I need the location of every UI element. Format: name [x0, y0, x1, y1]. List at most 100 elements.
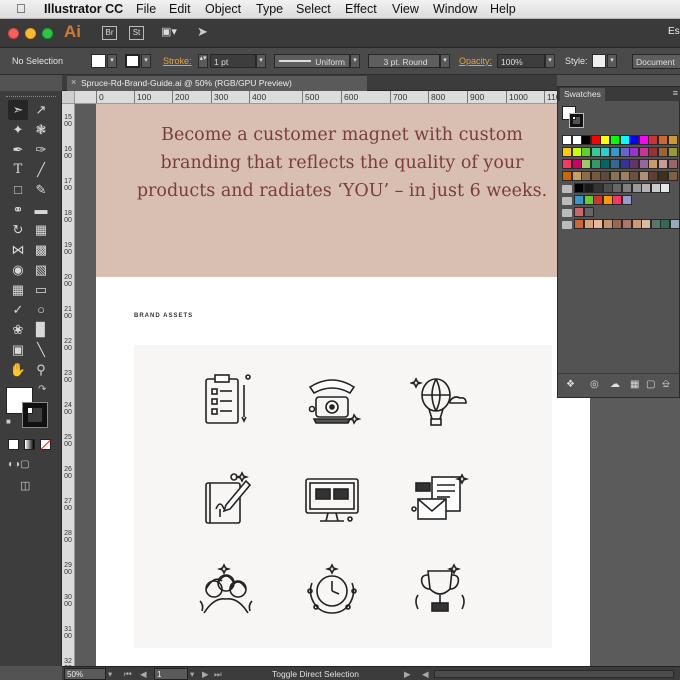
swatch-chip[interactable] [648, 159, 659, 169]
blend-tool-icon[interactable]: ○ [31, 300, 51, 320]
ruler-origin[interactable] [62, 91, 75, 103]
menu-type[interactable]: Type [256, 2, 283, 16]
swatch-chip[interactable] [562, 147, 572, 157]
swatch-chip[interactable] [641, 219, 652, 229]
swatches-tab[interactable]: Swatches [560, 88, 605, 101]
clipboard-checklist-icon[interactable] [196, 371, 256, 431]
swatch-chip[interactable] [583, 219, 594, 229]
swatch-chip[interactable] [667, 159, 678, 169]
selection-tool-icon[interactable]: ➣ [8, 100, 28, 120]
swatch-chip[interactable] [571, 159, 582, 169]
menu-view[interactable]: View [392, 2, 419, 16]
stock-button[interactable]: St [129, 26, 144, 40]
swatch-chip[interactable] [658, 147, 668, 157]
profile-dropdown-icon[interactable]: ▾ [350, 54, 360, 68]
swatch-chip[interactable] [610, 135, 620, 145]
lasso-tool-icon[interactable]: ❃ [31, 120, 51, 140]
drawing-modes-icon[interactable]: ◐◑▢ [8, 459, 30, 470]
swatch-chip[interactable] [583, 183, 594, 193]
notebook-pencil-icon[interactable] [196, 469, 256, 529]
eraser-tool-icon[interactable]: ▬ [31, 200, 51, 220]
swatch-chip[interactable] [602, 183, 613, 193]
swatch-chip[interactable] [631, 183, 642, 193]
swatch-chip[interactable] [581, 135, 592, 145]
swap-fill-stroke-icon[interactable]: ↷ [38, 384, 46, 395]
type-tool-icon[interactable]: T [8, 160, 28, 180]
trophy-cup-icon[interactable] [410, 561, 470, 621]
artboard-number[interactable]: 1 [154, 668, 188, 680]
swatch-chip[interactable] [650, 219, 661, 229]
minimize-window-button[interactable] [25, 28, 36, 39]
swatch-chip[interactable] [581, 147, 592, 157]
color-mode-icon[interactable] [8, 439, 19, 450]
swatch-chip[interactable] [658, 171, 668, 181]
fill-swatch[interactable] [91, 54, 106, 68]
menu-edit[interactable]: Edit [169, 2, 191, 16]
line-segment-tool-icon[interactable]: ╱ [31, 160, 51, 180]
swatch-chip[interactable] [629, 159, 640, 169]
bridge-button[interactable]: Br [102, 26, 117, 40]
artboard-tool-icon[interactable]: ▣ [8, 340, 28, 360]
swatch-chip[interactable] [612, 195, 623, 205]
none-mode-icon[interactable] [40, 439, 51, 451]
scroll-left-icon[interactable]: ◀ [422, 669, 429, 680]
zoom-level[interactable]: 50% [64, 668, 106, 680]
width-tool-icon[interactable]: ⋈ [8, 240, 28, 260]
menu-select[interactable]: Select [296, 2, 331, 16]
swatch-chip[interactable] [650, 183, 661, 193]
add-to-library-icon[interactable]: ◎ [590, 379, 599, 390]
new-swatch-icon[interactable]: ▢ [646, 379, 655, 390]
color-group-folder-icon[interactable] [562, 197, 572, 205]
menu-help[interactable]: Help [490, 2, 516, 16]
stroke-weight-dropdown-icon[interactable]: ▾ [256, 54, 266, 68]
menu-effect[interactable]: Effect [345, 2, 377, 16]
swatch-chip[interactable] [562, 159, 572, 169]
column-graph-tool-icon[interactable]: ▉ [31, 320, 51, 340]
swatch-chip[interactable] [638, 159, 649, 169]
next-artboard-icon[interactable]: ▶ [202, 669, 209, 680]
horizontal-ruler[interactable]: 0 100 200 300 400 500 600 700 800 900 10… [62, 91, 557, 104]
graphic-style-swatch[interactable] [592, 54, 606, 68]
shaper-tool-icon[interactable]: ⚭ [8, 200, 28, 220]
symbol-sprayer-tool-icon[interactable]: ❀ [8, 320, 28, 340]
last-artboard-icon[interactable]: ⏭ [214, 669, 222, 680]
swatch-chip[interactable] [631, 219, 642, 229]
perspective-grid-tool-icon[interactable]: ▧ [31, 260, 51, 280]
close-window-button[interactable] [8, 28, 19, 39]
swatch-chip[interactable] [574, 207, 584, 217]
hero-headline[interactable]: Become a customer magnet with custom bra… [136, 121, 548, 205]
swatch-chip[interactable] [629, 147, 640, 157]
paintbrush-tool-icon[interactable]: ✎ [31, 180, 51, 200]
gradient-tool-icon[interactable]: ▭ [31, 280, 51, 300]
show-swatch-kinds-icon[interactable]: ☁ [610, 379, 620, 390]
opacity-label[interactable]: Opacity: [459, 56, 492, 66]
horizontal-scrollbar[interactable] [434, 670, 674, 678]
color-group-folder-icon[interactable] [562, 209, 572, 217]
brand-assets-label[interactable]: BRAND ASSETS [134, 313, 193, 319]
swatch-chip[interactable] [590, 147, 601, 157]
menu-object[interactable]: Object [205, 2, 241, 16]
zoom-window-button[interactable] [42, 28, 53, 39]
color-group-folder-icon[interactable] [562, 221, 572, 229]
direct-selection-tool-icon[interactable]: ↗ [31, 100, 51, 120]
swatch-chip[interactable] [562, 171, 572, 181]
stroke-color-box[interactable] [22, 402, 48, 428]
panel-menu-icon[interactable]: ≡ [673, 88, 678, 98]
swatch-chip[interactable] [581, 159, 592, 169]
new-color-group-icon[interactable]: ▦ [630, 379, 639, 390]
fill-dropdown-icon[interactable]: ▾ [107, 54, 117, 68]
opacity-dropdown-icon[interactable]: ▾ [545, 54, 555, 68]
swatch-chip[interactable] [600, 135, 611, 145]
slice-tool-icon[interactable]: ╲ [31, 340, 51, 360]
swatch-chip[interactable] [667, 147, 678, 157]
menu-window[interactable]: Window [433, 2, 477, 16]
swatch-chip[interactable] [574, 219, 584, 229]
swatch-chip[interactable] [571, 147, 582, 157]
brush-dropdown-icon[interactable]: ▾ [440, 54, 450, 68]
swatch-chip[interactable] [583, 195, 594, 205]
swatch-chip[interactable] [593, 219, 604, 229]
rectangle-tool-icon[interactable]: □ [8, 180, 28, 200]
swatch-chip[interactable] [629, 171, 640, 181]
desktop-computer-icon[interactable] [302, 469, 362, 529]
eyedropper-tool-icon[interactable]: ✓ [8, 300, 28, 320]
